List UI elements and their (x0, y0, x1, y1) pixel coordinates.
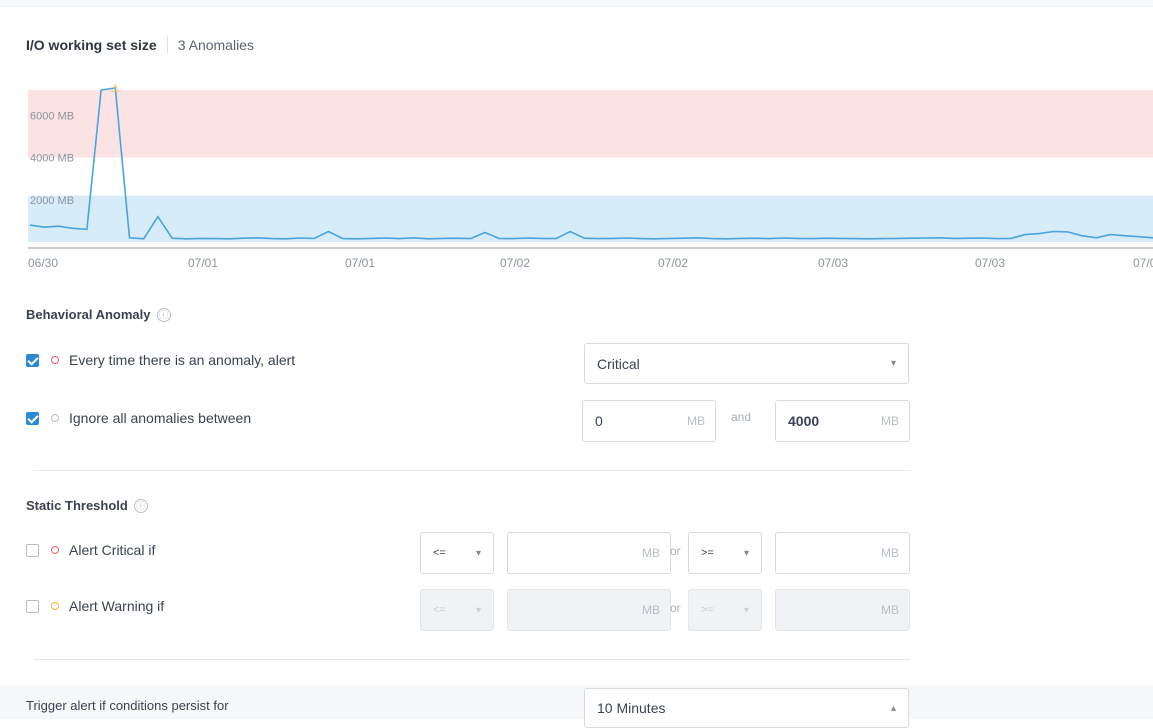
warning-lower-value-input[interactable]: MB (507, 589, 671, 631)
ignore-range-checkbox[interactable] (26, 411, 39, 425)
chevron-down-icon: ▾ (743, 604, 749, 616)
ignore-max-input[interactable]: 4000 MB (775, 400, 910, 442)
warning-threshold-row: Alert Warning if (26, 598, 164, 614)
ignore-max-value: 4000 (788, 413, 820, 429)
unit-label: MB (642, 603, 660, 617)
alert-band (28, 90, 1153, 158)
operator-value: >= (701, 604, 714, 616)
warning-icon: ⚠ (110, 83, 120, 95)
behavioral-anomaly-title: Behavioral Anomaly ⓘ (26, 307, 171, 322)
chevron-down-icon: ▾ (890, 358, 896, 369)
metric-title: I/O working set size (26, 37, 157, 53)
operator-value: <= (433, 604, 446, 616)
ignore-min-input[interactable]: 0 MB (582, 400, 716, 442)
anomaly-alert-label: Every time there is an anomaly, alert (69, 352, 296, 368)
chevron-down-icon: ▾ (743, 547, 749, 559)
ignore-range-row: Ignore all anomalies between (26, 410, 251, 426)
critical-threshold-checkbox[interactable] (26, 543, 39, 557)
critical-upper-value-input[interactable]: MB (775, 532, 910, 574)
anomaly-count[interactable]: 3 Anomalies (178, 37, 254, 53)
trigger-duration-select[interactable]: 10 Minutes ▴ (584, 688, 909, 728)
warning-upper-value-input[interactable]: MB (775, 589, 910, 631)
warning-lower-operator-select[interactable]: <= ▾ (420, 589, 494, 631)
info-icon[interactable]: ⓘ (156, 307, 171, 322)
info-icon[interactable]: ⓘ (133, 498, 148, 513)
critical-lower-value-input[interactable]: MB (507, 532, 671, 574)
unit-label: MB (642, 546, 660, 560)
static-threshold-label: Static Threshold (26, 498, 128, 513)
alert-severity-select[interactable]: Critical ▾ (584, 343, 909, 384)
top-border (0, 0, 1153, 7)
anomaly-alert-checkbox[interactable] (26, 353, 39, 367)
section-divider (34, 470, 910, 471)
critical-threshold-row: Alert Critical if (26, 542, 155, 558)
x-tick-label: 07/02 (500, 256, 530, 270)
warning-upper-operator-select[interactable]: >= ▾ (688, 589, 762, 631)
y-tick-label: 2000 MB (30, 195, 74, 207)
section-divider (34, 659, 910, 660)
critical-upper-operator-select[interactable]: >= ▾ (688, 532, 762, 574)
x-tick-label: 06/30 (28, 256, 58, 270)
x-tick-label: 07/03 (818, 256, 848, 270)
behavioral-anomaly-label: Behavioral Anomaly (26, 307, 151, 322)
y-tick-label: 4000 MB (30, 153, 74, 165)
critical-threshold-label: Alert Critical if (69, 542, 156, 558)
chevron-down-icon: ▾ (475, 547, 481, 559)
critical-lower-operator-select[interactable]: <= ▾ (420, 532, 494, 574)
and-label: and (731, 410, 752, 424)
operator-value: >= (701, 547, 714, 559)
anomaly-alert-row: Every time there is an anomaly, alert (26, 352, 295, 368)
x-tick-label: 07/01 (345, 256, 375, 270)
x-tick-label: 07/01 (188, 256, 218, 270)
unit-label: MB (881, 603, 899, 617)
alert-severity-value: Critical (597, 355, 640, 372)
trigger-row: Trigger alert if conditions persist for (26, 698, 229, 713)
anomaly-chart[interactable]: 6000 MB 4000 MB 2000 MB ⚠ 06/30 07/01 07/01 07/… (0, 78, 1153, 278)
critical-status-icon (51, 546, 59, 554)
x-tick-label: 07/0 (1133, 256, 1153, 270)
x-tick-label: 07/03 (975, 256, 1005, 270)
warning-threshold-label: Alert Warning if (69, 598, 165, 614)
unit-label: MB (881, 546, 899, 560)
x-tick-label: 07/02 (658, 256, 688, 270)
warning-status-icon (51, 602, 59, 610)
y-tick-label: 6000 MB (30, 110, 74, 122)
trigger-duration-value: 10 Minutes (597, 700, 666, 716)
or-label: or (670, 601, 681, 615)
unit-label: MB (881, 414, 899, 428)
neutral-status-icon (51, 414, 59, 422)
critical-status-icon (51, 356, 59, 364)
operator-value: <= (433, 547, 446, 559)
or-label: or (670, 544, 681, 558)
trigger-label: Trigger alert if conditions persist for (26, 698, 229, 713)
ignore-min-value: 0 (595, 413, 603, 429)
chevron-down-icon: ▾ (475, 604, 481, 616)
metric-header: I/O working set size 3 Anomalies (26, 36, 254, 54)
normal-band (28, 195, 1153, 242)
header-divider (166, 36, 168, 54)
unit-label: MB (687, 414, 705, 428)
static-threshold-title: Static Threshold ⓘ (26, 498, 148, 513)
chevron-up-icon: ▴ (890, 702, 896, 714)
ignore-range-label: Ignore all anomalies between (69, 410, 252, 426)
warning-threshold-checkbox[interactable] (26, 599, 39, 613)
